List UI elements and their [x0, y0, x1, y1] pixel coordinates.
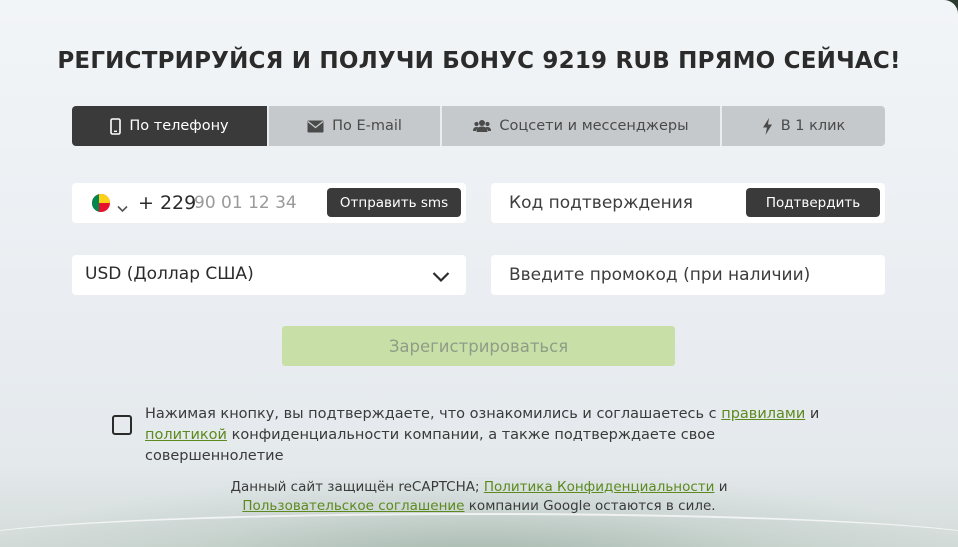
- register-button[interactable]: Зарегистрироваться: [282, 326, 675, 366]
- benin-flag-icon[interactable]: [92, 194, 110, 212]
- registration-tabs: По телефону По E-mail Соцсети и мессендж…: [72, 106, 885, 146]
- envelope-icon: [307, 120, 324, 133]
- tab-label: В 1 клик: [780, 118, 846, 134]
- recaptcha-text-part: и: [714, 479, 728, 495]
- confirmation-code-input[interactable]: [509, 191, 739, 215]
- phone-prefix: + 229: [138, 192, 197, 214]
- registration-panel: РЕГИСТРИРУЙСЯ И ПОЛУЧИ БОНУС 9219 RUB ПР…: [0, 0, 958, 547]
- tab-by-email[interactable]: По E-mail: [269, 106, 442, 146]
- tab-label: По E-mail: [332, 118, 402, 134]
- tab-by-phone[interactable]: По телефону: [72, 106, 269, 146]
- recaptcha-text-part: Данный сайт защищён reCAPTCHA;: [230, 479, 484, 495]
- currency-selected-value: USD (Доллар США): [85, 264, 254, 284]
- consent-text-part: конфиденциальности компании, а также под…: [145, 427, 716, 464]
- phone-icon: [110, 117, 122, 135]
- chevron-down-icon: [432, 268, 450, 287]
- phone-field-group: + 229 Отправить sms: [72, 183, 466, 223]
- users-icon: [473, 119, 492, 133]
- consent-checkbox[interactable]: [112, 415, 132, 435]
- privacy-policy-link[interactable]: политикой: [145, 427, 227, 443]
- recaptcha-text-part: компании Google остаются в силе.: [464, 498, 716, 514]
- consent-text-part: и: [805, 406, 820, 422]
- page-title: РЕГИСТРИРУЙСЯ И ПОЛУЧИ БОНУС 9219 RUB ПР…: [57, 48, 901, 74]
- tab-label: По телефону: [129, 118, 229, 134]
- phone-input[interactable]: [194, 191, 324, 215]
- consent-text: Нажимая кнопку, вы подтверждаете, что оз…: [145, 404, 845, 467]
- rules-link[interactable]: правилами: [721, 406, 805, 422]
- send-sms-button[interactable]: Отправить sms: [327, 188, 461, 217]
- confirm-button[interactable]: Подтвердить: [746, 188, 880, 217]
- google-privacy-link[interactable]: Политика Конфиденциальности: [484, 479, 715, 495]
- tab-social[interactable]: Соцсети и мессенджеры: [442, 106, 722, 146]
- lightning-icon: [762, 117, 773, 135]
- google-terms-link[interactable]: Пользовательское соглашение: [242, 498, 464, 514]
- code-field-group: Подтвердить: [491, 183, 885, 223]
- promo-field-group: [491, 255, 885, 295]
- promo-code-input[interactable]: [509, 263, 869, 287]
- tab-one-click[interactable]: В 1 клик: [722, 106, 885, 146]
- recaptcha-notice: Данный сайт защищён reCAPTCHA; Политика …: [0, 478, 958, 516]
- consent-text-part: Нажимая кнопку, вы подтверждаете, что оз…: [145, 406, 722, 422]
- currency-select[interactable]: USD (Доллар США): [72, 255, 466, 295]
- chevron-down-icon[interactable]: [117, 198, 128, 217]
- tab-label: Соцсети и мессенджеры: [499, 118, 689, 134]
